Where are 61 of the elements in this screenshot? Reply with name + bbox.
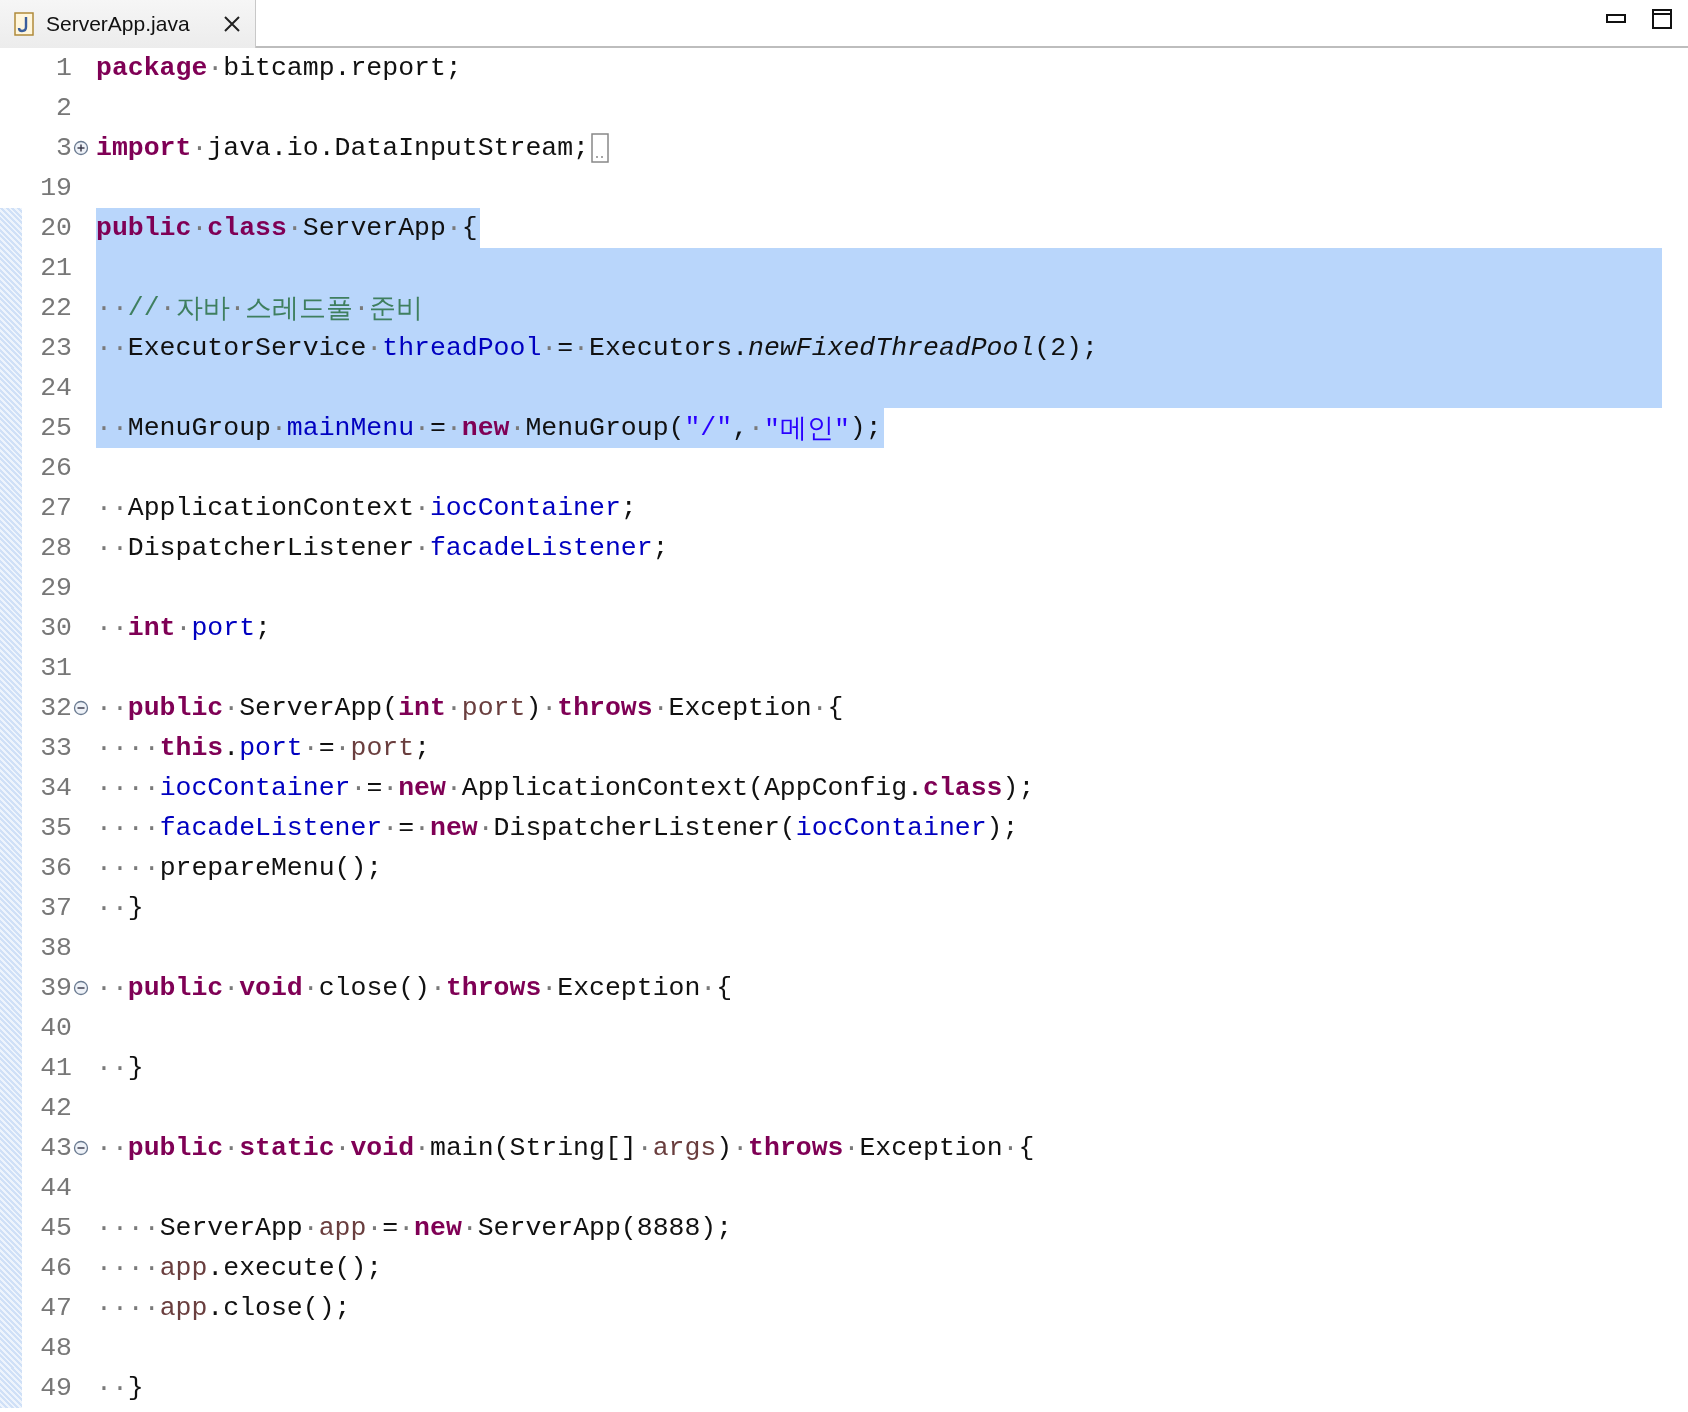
maximize-icon[interactable] bbox=[1652, 9, 1672, 29]
line-number: 37 bbox=[39, 892, 72, 925]
line-number: 19 bbox=[39, 172, 72, 205]
fold-toggle-icon[interactable] bbox=[73, 1140, 89, 1156]
line-number: 38 bbox=[39, 932, 72, 965]
line-number: 35 bbox=[39, 812, 72, 845]
line-number: 33 bbox=[39, 732, 72, 765]
line-number: 25 bbox=[39, 412, 72, 445]
line-number: 41 bbox=[39, 1052, 72, 1085]
line-number: 42 bbox=[39, 1092, 72, 1125]
fold-toggle-icon[interactable] bbox=[73, 980, 89, 996]
code-line: import·java.io.DataInputStream; bbox=[96, 132, 589, 165]
line-number: 29 bbox=[39, 572, 72, 605]
line-number: 46 bbox=[39, 1252, 72, 1285]
code-line: ··public·static·void·main(String[]·args)·throws·Exception·{ bbox=[96, 1132, 1035, 1165]
minimize-icon[interactable] bbox=[1606, 14, 1626, 24]
java-file-icon bbox=[14, 12, 36, 36]
line-number: 39 bbox=[39, 972, 72, 1005]
line-number: 28 bbox=[39, 532, 72, 565]
code-line: ··public·void·close()·throws·Exception·{ bbox=[96, 972, 733, 1005]
code-line: ··DispatcherListener·facadeListener; bbox=[96, 532, 669, 565]
line-number: 21 bbox=[39, 252, 72, 285]
line-number: 32 bbox=[39, 692, 72, 725]
line-number: 44 bbox=[39, 1172, 72, 1205]
line-number: 3 bbox=[55, 132, 72, 165]
close-icon[interactable] bbox=[223, 15, 241, 33]
line-number: 49 bbox=[39, 1372, 72, 1405]
code-line: ····this.port·=·port; bbox=[96, 732, 431, 765]
line-number: 20 bbox=[39, 212, 72, 245]
code-line: ··} bbox=[96, 1372, 144, 1405]
code-line: ····facadeListener·=·new·DispatcherListener(iocContainer); bbox=[96, 812, 1019, 845]
code-line: ··} bbox=[96, 892, 144, 925]
line-number: 40 bbox=[39, 1012, 72, 1045]
fold-toggle-icon[interactable] bbox=[73, 140, 89, 156]
line-number: 22 bbox=[39, 292, 72, 325]
code-line: ··public·ServerApp(int·port)·throws·Exception·{ bbox=[96, 692, 844, 725]
editor-tab[interactable]: ServerApp.java bbox=[0, 0, 256, 48]
line-number: 36 bbox=[39, 852, 72, 885]
line-number: 1 bbox=[55, 52, 72, 85]
code-line: ····iocContainer·=·new·ApplicationContext(AppConfig.class); bbox=[96, 772, 1035, 805]
fold-toggle-icon[interactable] bbox=[73, 700, 89, 716]
code-line: ··ApplicationContext·iocContainer; bbox=[96, 492, 637, 525]
line-number: 45 bbox=[39, 1212, 72, 1245]
code-line: ····app.execute(); bbox=[96, 1252, 383, 1285]
line-number: 27 bbox=[39, 492, 72, 525]
code-line: ··} bbox=[96, 1052, 144, 1085]
line-number: 30 bbox=[39, 612, 72, 645]
code-line: ····app.close(); bbox=[96, 1292, 351, 1325]
line-number: 2 bbox=[55, 92, 72, 125]
line-number: 48 bbox=[39, 1332, 72, 1365]
code-line: package·bitcamp.report; bbox=[96, 52, 462, 85]
code-line: ····ServerApp·app·=·new·ServerApp(8888); bbox=[96, 1212, 733, 1245]
line-number: 23 bbox=[39, 332, 72, 365]
line-number: 26 bbox=[39, 452, 72, 485]
line-number: 43 bbox=[39, 1132, 72, 1165]
code-line: ··int·port; bbox=[96, 612, 271, 645]
line-number: 34 bbox=[39, 772, 72, 805]
line-number: 31 bbox=[39, 652, 72, 685]
line-number: 24 bbox=[39, 372, 72, 405]
line-number: 47 bbox=[39, 1292, 72, 1325]
code-line: ····prepareMenu(); bbox=[96, 852, 383, 885]
